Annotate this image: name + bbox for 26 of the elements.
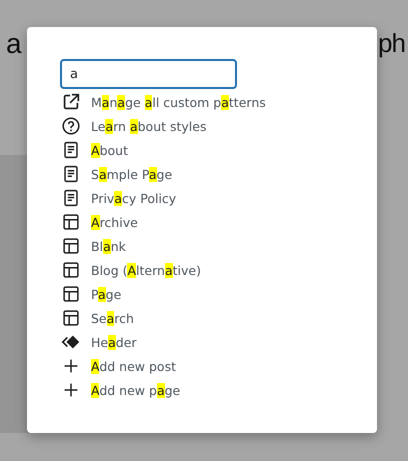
result-item[interactable]: Search: [60, 306, 377, 330]
result-item[interactable]: About: [60, 138, 377, 162]
result-label: Sample Page: [91, 166, 172, 182]
result-label: Blank: [91, 238, 126, 254]
heading-text: a: [6, 30, 22, 58]
result-item[interactable]: Manage all custom patterns: [60, 90, 377, 114]
result-label: Archive: [91, 214, 138, 230]
result-item[interactable]: Blank: [60, 234, 377, 258]
result-item[interactable]: Sample Page: [60, 162, 377, 186]
result-label: Manage all custom patterns: [91, 94, 266, 110]
result-label: Search: [91, 310, 134, 326]
result-item[interactable]: Blog (Alternative): [60, 258, 377, 282]
heading-text: ph: [378, 30, 405, 56]
result-label: Page: [91, 286, 122, 302]
result-item[interactable]: Privacy Policy: [60, 186, 377, 210]
result-item[interactable]: Archive: [60, 210, 377, 234]
result-label: Blog (Alternative): [91, 262, 201, 278]
result-label: Header: [91, 334, 137, 350]
help-icon: [60, 115, 82, 137]
search-field[interactable]: a: [60, 59, 237, 89]
result-label: Learn about styles: [91, 118, 206, 134]
result-label: About: [91, 142, 128, 158]
result-item[interactable]: Header: [60, 330, 377, 354]
result-item[interactable]: Page: [60, 282, 377, 306]
result-item[interactable]: Learn about styles: [60, 114, 377, 138]
result-label: Privacy Policy: [91, 190, 176, 206]
